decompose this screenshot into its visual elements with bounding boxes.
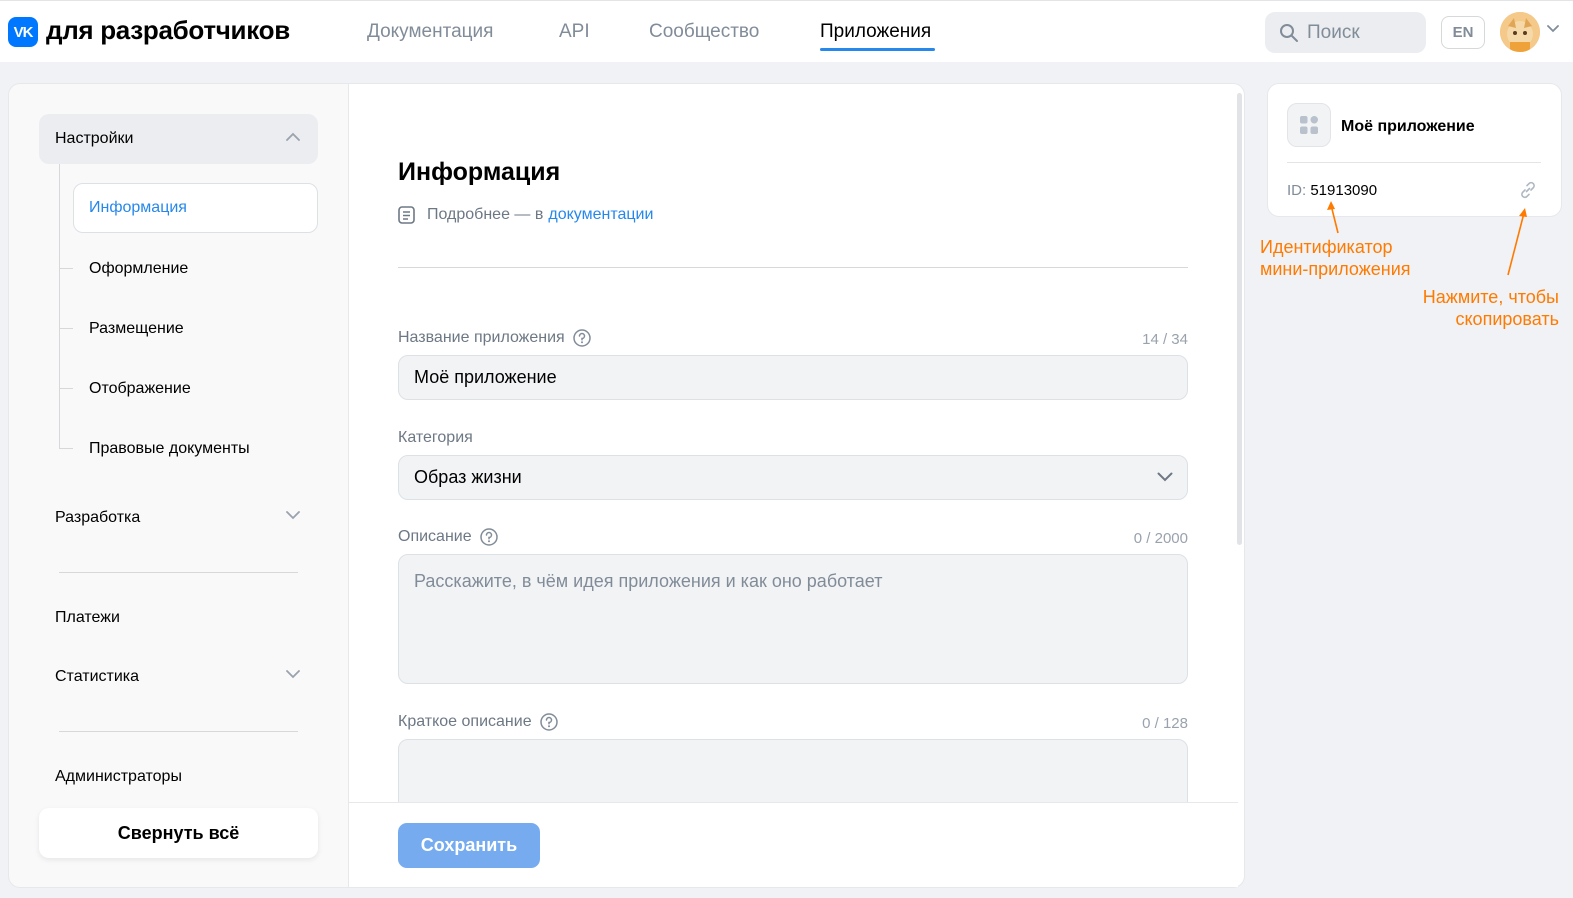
sidebar-item-placement[interactable]: Размещение (89, 320, 184, 338)
sidebar-item-design[interactable]: Оформление (89, 260, 188, 278)
nav-community[interactable]: Сообщество (649, 21, 759, 43)
app-name-label: Название приложения (398, 329, 565, 346)
short-description-label-row: Краткое описание (398, 713, 558, 731)
avatar-image (1500, 12, 1540, 52)
copy-annotation: Нажмите, чтобы скопировать (1400, 286, 1559, 330)
brand-title[interactable]: для разработчиков (46, 15, 290, 46)
short-description-counter: 0 / 128 (1142, 715, 1188, 732)
tree-tick (59, 388, 73, 389)
description-label: Описание (398, 528, 472, 545)
sidebar-item-display[interactable]: Отображение (89, 380, 191, 398)
description-label-row: Описание (398, 528, 498, 546)
copy-annotation-line2: скопировать (1455, 309, 1559, 329)
search-input[interactable]: Поиск (1265, 12, 1426, 53)
sidebar-divider (59, 731, 298, 732)
nav-api[interactable]: API (559, 21, 590, 43)
tree-tick (59, 448, 73, 449)
sidebar-item-legal-docs[interactable]: Правовые документы (89, 440, 250, 458)
sidebar-item-information[interactable]: Информация (73, 183, 318, 233)
section-divider (398, 267, 1188, 268)
sidebar-section-label: Статистика (55, 668, 140, 685)
category-label-text: Категория (398, 429, 473, 446)
app-name-value: Моё приложение (414, 367, 557, 387)
id-annotation: Идентификатор мини-приложения (1260, 236, 1411, 280)
avatar[interactable] (1500, 12, 1540, 52)
sidebar-section-settings[interactable]: Настройки (39, 114, 318, 164)
search-icon (1280, 23, 1298, 42)
search-placeholder: Поиск (1307, 21, 1360, 43)
app-name: Моё приложение (1341, 118, 1475, 135)
settings-sidebar: Настройки Информация Оформление Размещен… (8, 83, 348, 888)
category-label: Категория (398, 429, 473, 447)
app-name-label-row: Название приложения (398, 329, 591, 347)
sidebar-divider (59, 572, 298, 573)
chevron-down-icon (1157, 472, 1173, 482)
description-counter: 0 / 2000 (1133, 530, 1188, 547)
description-textarea[interactable]: Расскажите, в чём идея приложения и как … (398, 554, 1188, 684)
save-button[interactable]: Сохранить (398, 823, 540, 868)
app-icon (1287, 103, 1331, 147)
scrollbar[interactable] (1237, 93, 1242, 545)
copy-annotation-line1: Нажмите, чтобы (1422, 287, 1559, 307)
sidebar-section-label: Администраторы (55, 768, 182, 785)
chevron-down-icon (286, 511, 300, 520)
top-header: VK для разработчиков Документация API Со… (0, 0, 1573, 62)
page-title: Информация (398, 158, 561, 186)
short-description-label: Краткое описание (398, 713, 532, 730)
sidebar-section-label: Разработка (55, 509, 141, 526)
chevron-down-icon (286, 670, 300, 679)
documentation-hint: Подробнее — в документации (398, 206, 653, 224)
sidebar-section-label: Платежи (55, 609, 120, 626)
doc-prefix: Подробнее — в (427, 206, 544, 223)
apps-grid-icon (1300, 116, 1318, 134)
nav-active-indicator (820, 48, 935, 51)
tree-tick (59, 328, 73, 329)
documentation-link[interactable]: документации (548, 206, 653, 224)
sidebar-section-admins[interactable]: Администраторы (39, 752, 318, 802)
card-divider (1287, 162, 1541, 163)
document-icon (398, 206, 415, 224)
category-value: Образ жизни (414, 467, 522, 487)
sidebar-section-label: Настройки (55, 130, 134, 147)
footer-divider (348, 802, 1238, 803)
sidebar-section-development[interactable]: Разработка (39, 493, 318, 543)
help-icon[interactable] (539, 713, 558, 731)
chevron-down-icon[interactable] (1547, 25, 1559, 33)
nav-apps[interactable]: Приложения (820, 21, 931, 43)
sidebar-section-statistics[interactable]: Статистика (39, 652, 318, 702)
language-switch[interactable]: EN (1441, 16, 1485, 49)
chevron-up-icon (286, 132, 300, 141)
vk-logo[interactable]: VK (8, 17, 38, 47)
collapse-all-button[interactable]: Свернуть всё (39, 808, 318, 858)
help-icon[interactable] (479, 528, 498, 546)
tree-line (59, 164, 60, 448)
id-annotation-line1: Идентификатор (1260, 237, 1393, 257)
description-placeholder: Расскажите, в чём идея приложения и как … (414, 571, 883, 591)
category-select[interactable]: Образ жизни (398, 455, 1188, 500)
app-name-field[interactable]: Моё приложение (398, 355, 1188, 400)
app-name-counter: 14 / 34 (1142, 331, 1188, 348)
help-icon[interactable] (572, 329, 591, 347)
tree-tick (59, 268, 73, 269)
id-annotation-line2: мини-приложения (1260, 259, 1411, 279)
nav-documentation[interactable]: Документация (367, 21, 493, 43)
sidebar-section-payments[interactable]: Платежи (39, 593, 318, 643)
